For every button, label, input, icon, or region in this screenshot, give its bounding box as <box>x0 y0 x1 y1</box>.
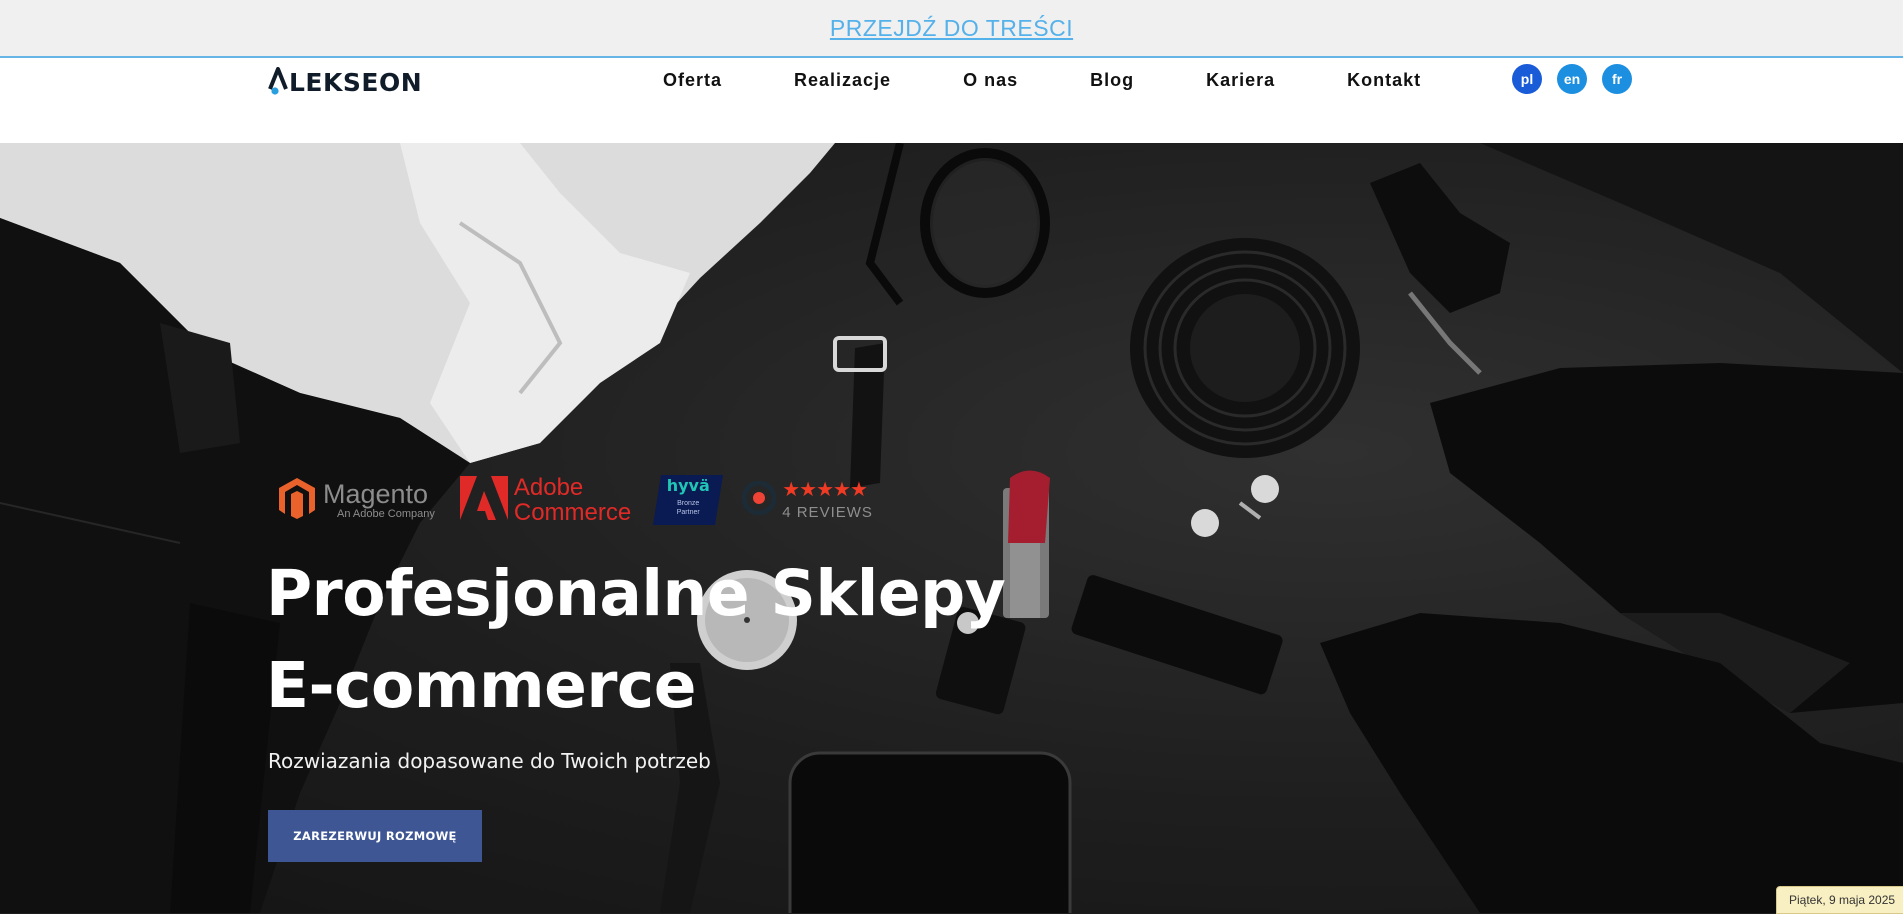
site-header: LEKSEON Oferta Realizacje O nas Blog Kar… <box>0 58 1903 143</box>
hyva-partner-badge[interactable]: hyvä Bronze Partner <box>653 475 724 525</box>
rating-stars: ★★★★★ <box>782 478 868 501</box>
brand-name: LEKSEON <box>289 67 423 97</box>
magento-logo-icon <box>277 476 317 525</box>
hyva-line1: Bronze <box>677 500 700 507</box>
lang-pl-button[interactable]: pl <box>1512 64 1542 94</box>
lang-fr-button[interactable]: fr <box>1602 64 1632 94</box>
hero-title: Profesjonalne Sklepy E-commerce <box>266 548 1066 732</box>
nav-item-realizacje[interactable]: Realizacje <box>794 70 891 91</box>
adobe-commerce-badge[interactable]: Adobe Commerce <box>459 474 632 526</box>
date-badge: Piątek, 9 maja 2025 <box>1776 886 1903 914</box>
magento-badge[interactable]: Magento An Adobe Company <box>277 476 435 525</box>
hero-title-line2: E-commerce <box>266 649 696 722</box>
reviews-badge[interactable]: ★★★★★ 4 REVIEWS <box>741 478 873 521</box>
logo[interactable]: LEKSEON <box>268 67 422 97</box>
hero-background-image <box>0 143 1903 913</box>
reviews-count: 4 REVIEWS <box>782 503 873 521</box>
nav-item-blog[interactable]: Blog <box>1090 70 1134 91</box>
skip-bar: PRZEJDŹ DO TREŚCI <box>0 0 1903 58</box>
hyva-line2: Partner <box>676 509 700 516</box>
magento-name: Magento <box>323 478 429 509</box>
nav-item-o-nas[interactable]: O nas <box>963 70 1018 91</box>
adobe-line1: Adobe <box>513 474 584 501</box>
hyva-name: hyvä <box>666 476 710 495</box>
main-nav: Oferta Realizacje O nas Blog Kariera Kon… <box>663 70 1421 91</box>
skip-to-content-link[interactable]: PRZEJDŹ DO TREŚCI <box>830 15 1073 42</box>
nav-item-kontakt[interactable]: Kontakt <box>1347 70 1421 91</box>
hero-section: Magento An Adobe Company Adobe Commerce <box>0 143 1903 913</box>
nav-item-oferta[interactable]: Oferta <box>663 70 722 91</box>
adobe-logo-icon <box>459 475 508 525</box>
adobe-line2: Commerce <box>513 499 632 526</box>
clutch-logo-icon <box>741 480 777 520</box>
hero-title-line1: Profesjonalne Sklepy <box>266 557 1006 630</box>
partner-badges: Magento An Adobe Company Adobe Commerce <box>277 475 873 525</box>
language-switcher: pl en fr <box>1512 64 1632 94</box>
nav-item-kariera[interactable]: Kariera <box>1206 70 1275 91</box>
magento-sub: An Adobe Company <box>337 507 435 520</box>
logo-mark-icon <box>268 67 288 97</box>
lang-en-button[interactable]: en <box>1557 64 1587 94</box>
book-call-button[interactable]: ZAREZERWUJ ROZMOWĘ <box>268 810 482 862</box>
hero-subtitle: Rozwiazania dopasowane do Twoich potrzeb <box>268 749 711 773</box>
